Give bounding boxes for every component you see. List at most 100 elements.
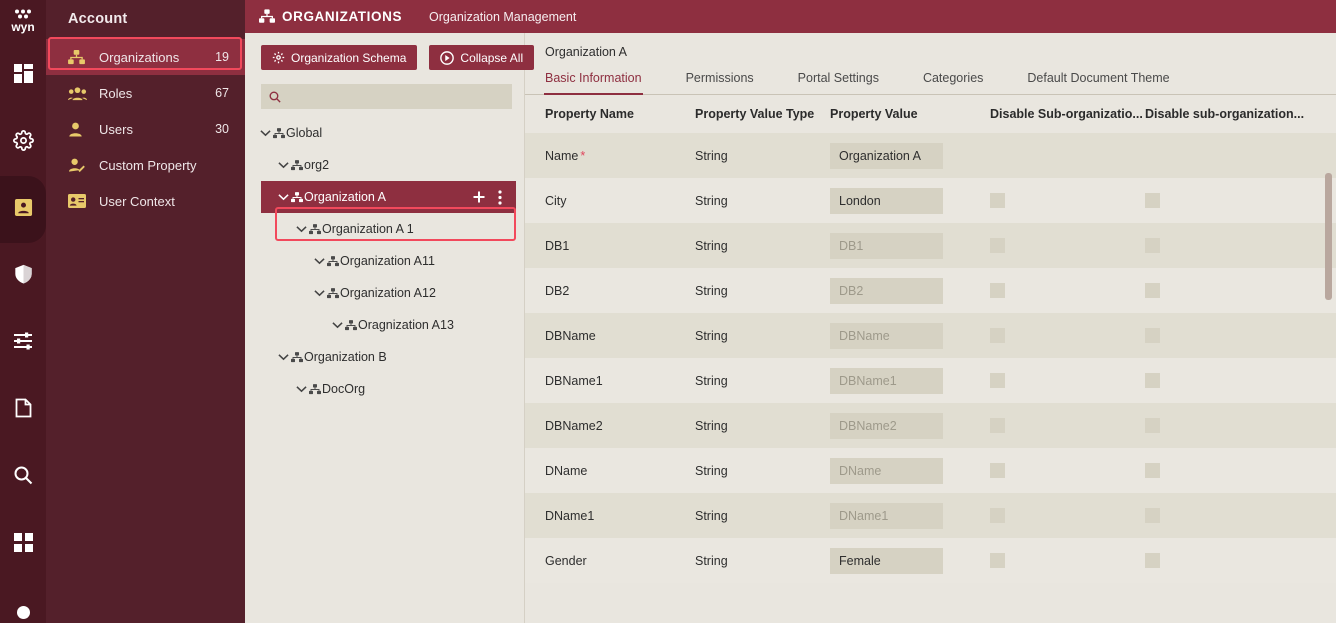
table-row[interactable]: Gender String Female xyxy=(525,538,1336,583)
add-organization-icon[interactable] xyxy=(472,190,486,204)
property-value-input[interactable]: DBName xyxy=(830,322,943,349)
cell-disable-sub-2 xyxy=(1145,463,1305,478)
chevron-down-icon[interactable] xyxy=(293,385,309,393)
disable-sub-organization-checkbox[interactable] xyxy=(990,328,1005,343)
rail-item-security[interactable] xyxy=(0,243,46,310)
tree-node-oragnization-a13[interactable]: Oragnization A13 xyxy=(245,309,524,341)
chevron-down-icon[interactable] xyxy=(311,257,327,265)
sidebar-item-user-context[interactable]: User Context xyxy=(46,183,245,219)
chevron-down-icon[interactable] xyxy=(275,353,291,361)
tree-node-organization-b[interactable]: Organization B xyxy=(245,341,524,373)
chevron-down-icon[interactable] xyxy=(311,289,327,297)
rail-item-customization[interactable] xyxy=(0,310,46,377)
cell-disable-sub-2 xyxy=(1145,283,1305,298)
tree-node-docorg[interactable]: DocOrg xyxy=(245,373,524,405)
tree-node-global[interactable]: Global xyxy=(245,117,524,149)
disable-sub-organization-checkbox[interactable] xyxy=(990,463,1005,478)
property-value-input[interactable]: DB1 xyxy=(830,232,943,259)
table-row[interactable]: DName String DName xyxy=(525,448,1336,493)
disable-sub-organization-checkbox[interactable] xyxy=(990,283,1005,298)
tab-permissions[interactable]: Permissions xyxy=(686,71,776,94)
disable-sub-organization-checkbox[interactable] xyxy=(990,193,1005,208)
sidebar-item-roles[interactable]: Roles 67 xyxy=(46,75,245,111)
disable-sub-organization-checkbox[interactable] xyxy=(990,553,1005,568)
cell-property-value: DB2 xyxy=(830,277,990,304)
tree-node-organization-a[interactable]: Organization A xyxy=(261,181,516,213)
tab-portal-settings[interactable]: Portal Settings xyxy=(798,71,901,94)
collapse-all-button[interactable]: Collapse All xyxy=(429,45,535,70)
tab-categories[interactable]: Categories xyxy=(923,71,1005,94)
vertical-scrollbar-thumb[interactable] xyxy=(1325,173,1332,300)
disable-sub-organization-checkbox[interactable] xyxy=(1145,553,1160,568)
table-row[interactable]: DBName1 String DBName1 xyxy=(525,358,1336,403)
disable-sub-organization-checkbox[interactable] xyxy=(1145,373,1160,388)
property-value-input[interactable]: DBName1 xyxy=(830,367,943,394)
table-row[interactable]: DB1 String DB1 xyxy=(525,223,1336,268)
tab-default-document-theme[interactable]: Default Document Theme xyxy=(1027,71,1191,94)
chevron-down-icon[interactable] xyxy=(275,161,291,169)
cell-property-value: London xyxy=(830,187,990,214)
more-options-icon[interactable] xyxy=(498,189,502,205)
disable-sub-organization-checkbox[interactable] xyxy=(1145,238,1160,253)
org-node-icon xyxy=(291,351,303,363)
rail-item-apps[interactable] xyxy=(0,511,46,578)
sidebar-item-custom-property[interactable]: Custom Property xyxy=(46,147,245,183)
tab-basic-information[interactable]: Basic Information xyxy=(544,71,664,95)
rail-item-account[interactable] xyxy=(0,176,46,243)
rail-item-documents[interactable] xyxy=(0,377,46,444)
property-value-input[interactable]: London xyxy=(830,187,943,214)
disable-sub-organization-checkbox[interactable] xyxy=(1145,328,1160,343)
organization-schema-button[interactable]: Organization Schema xyxy=(261,45,418,70)
cell-property-value-type: String xyxy=(695,193,728,208)
search-input[interactable] xyxy=(287,89,504,104)
rail-item-settings[interactable] xyxy=(0,109,46,176)
disable-sub-organization-checkbox[interactable] xyxy=(1145,508,1160,523)
tree-node-label: Global xyxy=(286,126,323,140)
disable-sub-organization-checkbox[interactable] xyxy=(990,238,1005,253)
vertical-scrollbar-track[interactable] xyxy=(1325,33,1334,623)
table-row[interactable]: DName1 String DName1 xyxy=(525,493,1336,538)
cell-disable-sub-1 xyxy=(990,508,1145,523)
disable-sub-organization-checkbox[interactable] xyxy=(1145,283,1160,298)
tree-node-organization-a-1[interactable]: Organization A 1 xyxy=(245,213,524,245)
tree-node-organization-a11[interactable]: Organization A11 xyxy=(245,245,524,277)
table-row[interactable]: DBName2 String DBName2 xyxy=(525,403,1336,448)
property-value-input[interactable]: Organization A xyxy=(830,142,943,169)
properties-table: Property Name Property Value Type Proper… xyxy=(525,95,1336,583)
table-row[interactable]: City String London xyxy=(525,178,1336,223)
tree-search-box[interactable] xyxy=(261,84,512,109)
property-value-input[interactable]: DName1 xyxy=(830,502,943,529)
disable-sub-organization-checkbox[interactable] xyxy=(990,373,1005,388)
page-title: ORGANIZATIONS xyxy=(282,9,403,24)
organization-tree-panel: Organization Schema Collapse All Global … xyxy=(245,33,535,623)
disable-sub-organization-checkbox[interactable] xyxy=(1145,193,1160,208)
table-row[interactable]: DBName String DBName xyxy=(525,313,1336,358)
disable-sub-organization-checkbox[interactable] xyxy=(990,508,1005,523)
table-row[interactable]: Name * String Organization A xyxy=(525,133,1336,178)
disable-sub-organization-checkbox[interactable] xyxy=(1145,463,1160,478)
column-header-disable-sub-organization-1: Disable Sub-organizatio... xyxy=(990,107,1143,121)
property-value-input[interactable]: DBName2 xyxy=(830,412,943,439)
table-row[interactable]: DB2 String DB2 xyxy=(525,268,1336,313)
sidebar-item-users[interactable]: Users 30 xyxy=(46,111,245,147)
chevron-down-icon[interactable] xyxy=(293,225,309,233)
tree-node-org2[interactable]: org2 xyxy=(245,149,524,181)
rail-item-search[interactable] xyxy=(0,444,46,511)
sidebar-item-organizations[interactable]: Organizations 19 xyxy=(46,39,245,75)
sidebar-item-label: User Context xyxy=(99,193,175,209)
property-value-input[interactable]: Female xyxy=(830,547,943,574)
button-label: Collapse All xyxy=(460,50,524,65)
rail-item-dashboard[interactable] xyxy=(0,42,46,109)
user-avatar[interactable] xyxy=(0,606,46,619)
tree-node-organization-a12[interactable]: Organization A12 xyxy=(245,277,524,309)
wyn-logo[interactable]: wyn xyxy=(0,0,46,42)
property-value-input[interactable]: DB2 xyxy=(830,277,943,304)
sidebar-nav: Organizations 19 Roles 67 Users 30 Custo… xyxy=(46,39,245,219)
chevron-down-icon[interactable] xyxy=(275,193,291,201)
disable-sub-organization-checkbox[interactable] xyxy=(990,418,1005,433)
tree-toolbar: Organization Schema Collapse All xyxy=(245,33,535,70)
property-value-input[interactable]: DName xyxy=(830,457,943,484)
chevron-down-icon[interactable] xyxy=(329,321,345,329)
chevron-down-icon[interactable] xyxy=(257,129,273,137)
disable-sub-organization-checkbox[interactable] xyxy=(1145,418,1160,433)
